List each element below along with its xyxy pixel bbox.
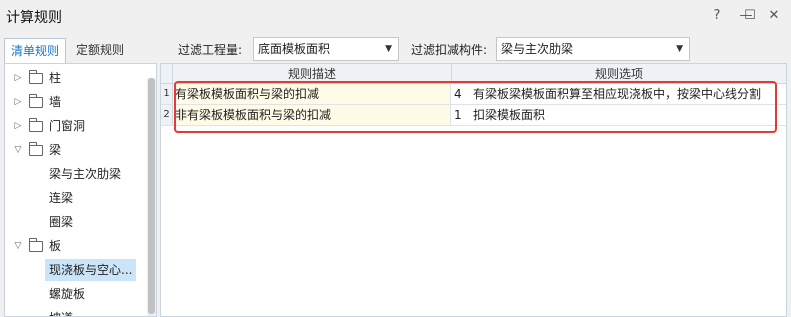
folder-icon [29,94,43,108]
rules-grid: 规则描述 规则选项 1 有梁板模板面积与梁的扣减 4 有梁板梁模板面积算至相应现… [160,63,787,317]
expand-icon[interactable]: ▷ [13,67,23,89]
tree-item-label: 板 [49,239,62,253]
window-title: 计算规则 [6,10,62,26]
row-number: 1 [161,84,173,104]
expand-icon[interactable]: ▷ [13,115,23,137]
rule-description-cell[interactable]: 有梁板模板面积与梁的扣减 [173,84,451,104]
tree-item-beam[interactable]: ▽ 梁 [5,139,145,161]
rule-option-number: 4 [454,87,462,101]
rule-option-cell[interactable]: 扣梁模板面积 [473,105,545,125]
chevron-down-icon: ▼ [385,44,392,54]
tree-item-label: 墙 [49,95,62,109]
title-bar: 计算规则 ? — ☐ ✕ [0,0,791,34]
expand-icon[interactable]: ▷ [13,91,23,113]
tree-item-wall[interactable]: ▷ 墙 [5,91,145,113]
chevron-down-icon: ▼ [676,44,683,54]
folder-icon [29,238,43,252]
tree-item-label: 柱 [49,71,62,85]
maximize-button[interactable]: ☐ [740,7,760,25]
row-number: 2 [161,105,173,125]
tree-item-column[interactable]: ▷ 柱 [5,67,145,89]
filter-quantity-label: 过滤工程量: [178,43,243,57]
rule-description-cell[interactable]: 非有梁板模板面积与梁的扣减 [173,105,451,125]
tree-child-ring-beam[interactable]: 圈梁 [45,211,77,233]
table-row[interactable]: 1 有梁板模板面积与梁的扣减 4 有梁板梁模板面积算至相应现浇板中，按梁中心线分… [161,84,786,105]
filter-component-label: 过滤扣减构件: [411,43,488,57]
tree-scrollbar[interactable] [147,78,156,316]
tree-scrollbar-thumb[interactable] [148,78,155,314]
filter-component-value: 梁与主次肋梁 [501,42,574,56]
filter-component-select[interactable]: 梁与主次肋梁 ▼ [496,37,690,61]
tab-bill-rules[interactable]: 清单规则 [4,38,66,63]
tree-child-coupling-beam[interactable]: 连梁 [45,187,77,209]
tree-item-openings[interactable]: ▷ 门窗洞 [5,115,145,137]
column-header-option[interactable]: 规则选项 [452,64,786,84]
rule-option-cell[interactable]: 有梁板梁模板面积算至相应现浇板中，按梁中心线分割 [473,84,761,104]
tree-item-label: 门窗洞 [49,119,86,133]
tab-quota-rules[interactable]: 定额规则 [70,38,130,63]
collapse-icon[interactable]: ▽ [13,139,23,161]
component-tree: ▷ 柱 ▷ 墙 ▷ 门窗洞 ▽ 梁 梁与主次肋梁 连梁 圈梁 ▽ 板 现浇板与空… [4,63,157,317]
folder-icon [29,142,43,156]
rule-option-number: 1 [454,108,462,122]
tree-child-cast-slab[interactable]: 现浇板与空心... [45,259,137,281]
table-row[interactable]: 2 非有梁板模板面积与梁的扣减 1 扣梁模板面积 [161,105,786,126]
column-header-description[interactable]: 规则描述 [173,64,452,84]
grid-header: 规则描述 规则选项 [161,64,786,84]
tree-child-beam-ribbed[interactable]: 梁与主次肋梁 [45,163,125,185]
folder-icon [29,118,43,132]
filter-quantity-value: 底面模板面积 [258,42,331,56]
tree-child-spiral-slab[interactable]: 螺旋板 [45,283,89,305]
tree-item-slab[interactable]: ▽ 板 [5,235,145,257]
filter-quantity-select[interactable]: 底面模板面积 ▼ [253,37,399,61]
tree-child-ramp[interactable]: 坡道 [45,307,77,316]
close-button[interactable]: ✕ [764,7,784,25]
grid-corner [161,64,173,84]
collapse-icon[interactable]: ▽ [13,235,23,257]
help-icon[interactable]: ? [707,7,727,25]
tree-item-label: 梁 [49,143,62,157]
folder-icon [29,70,43,84]
